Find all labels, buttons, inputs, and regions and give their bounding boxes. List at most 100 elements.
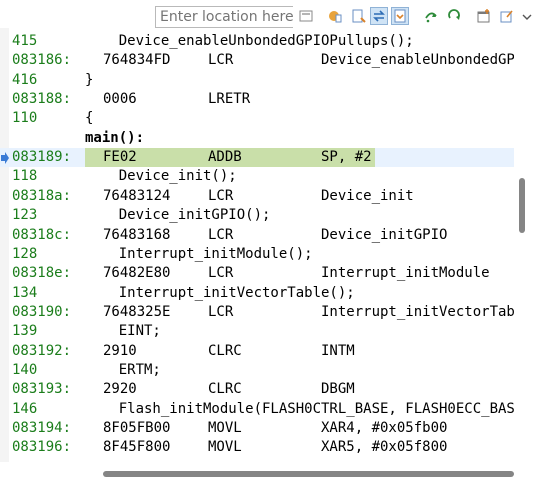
- opcode: 0006: [103, 91, 137, 108]
- source-line-row[interactable]: 118 Device_init();: [0, 167, 514, 186]
- source-line-row[interactable]: 134 Interrupt_initVectorTable();: [0, 284, 514, 303]
- link-source-icon[interactable]: [350, 7, 368, 25]
- opcode: 7648325E: [103, 303, 171, 320]
- line-address: 083190:: [12, 303, 72, 320]
- line-address: 146: [12, 400, 38, 417]
- mnemonic: LCR: [208, 303, 234, 320]
- line-address: 416: [12, 71, 38, 88]
- function-label: main():: [85, 129, 145, 146]
- pin-icon[interactable]: [498, 7, 516, 25]
- line-address: 083194:: [12, 420, 72, 436]
- opcode: 764834FD: [103, 52, 171, 69]
- source-text: ERTM;: [85, 361, 161, 378]
- instruction-row[interactable]: 083188: 0006 LRETR: [0, 90, 514, 109]
- mnemonic: CLRC: [208, 342, 242, 359]
- line-address: 083188:: [12, 91, 72, 108]
- opcode: 76483124: [103, 187, 171, 204]
- opcode: 8F45F800: [103, 439, 171, 456]
- source-line-row[interactable]: 416}: [0, 71, 514, 90]
- step-over-icon[interactable]: [422, 7, 440, 25]
- instruction-row[interactable]: 083192: 2910 CLRC INTM: [0, 342, 514, 361]
- line-address: 415: [12, 33, 38, 49]
- mnemonic: LCR: [208, 265, 234, 282]
- operands: Interrupt_initModule: [321, 265, 490, 282]
- source-text: Device_enableUnbondedGPIOPullups();: [85, 33, 414, 49]
- vertical-scroll-thumb[interactable]: [519, 178, 525, 233]
- sync-icon[interactable]: [370, 7, 388, 25]
- mnemonic: ADDB: [208, 149, 242, 166]
- source-text: }: [85, 71, 94, 88]
- vertical-scrollbar[interactable]: [514, 28, 534, 470]
- line-address: 140: [12, 361, 38, 378]
- instruction-row[interactable]: 08318e: 76482E80 LCR Interrupt_initModule: [0, 264, 514, 283]
- mnemonic: LCR: [208, 52, 234, 69]
- opcode: 76482E80: [103, 265, 171, 282]
- horizontal-scroll-thumb[interactable]: [103, 471, 514, 477]
- opcode: 2910: [103, 342, 137, 359]
- source-line-row[interactable]: 146 Flash_initModule(FLASH0CTRL_BASE, FL…: [0, 400, 514, 419]
- source-line-row[interactable]: 415 Device_enableUnbondedGPIOPullups();: [0, 32, 514, 51]
- instruction-row[interactable]: 083189: FE02 ADDB SP, #2: [0, 148, 514, 168]
- instruction-row[interactable]: 083186: 764834FD LCR Device_enableUnbondedG…: [0, 51, 514, 70]
- instruction-row[interactable]: 083193: 2920 CLRC DBGM: [0, 380, 514, 399]
- disassembly-toolbar: [0, 0, 534, 28]
- source-line-row[interactable]: 128 Interrupt_initModule();: [0, 245, 514, 264]
- menu-icon[interactable]: [518, 7, 534, 25]
- view-source-icon[interactable]: [297, 7, 315, 25]
- line-address: 083192:: [12, 342, 72, 359]
- source-text: Interrupt_initModule();: [85, 245, 313, 262]
- instruction-row[interactable]: 08318c: 76483168 LCR Device_initGPIO: [0, 226, 514, 245]
- opcode: FE02: [103, 149, 137, 166]
- line-address: 123: [12, 207, 38, 224]
- operands: XAR5, #0x05f800: [321, 439, 448, 456]
- operands: XAR4, #0x05fb00: [321, 420, 448, 436]
- source-text: {: [85, 110, 94, 127]
- operands: INTM: [321, 342, 355, 359]
- location-input[interactable]: [155, 6, 293, 28]
- step-into-icon[interactable]: [391, 7, 409, 25]
- operands: SP, #2: [321, 149, 372, 166]
- operands: Device_init: [321, 187, 414, 204]
- mnemonic: MOVL: [208, 439, 242, 456]
- show-source-icon[interactable]: [326, 7, 344, 25]
- line-address: 083186:: [12, 52, 72, 69]
- new-window-icon[interactable]: [475, 7, 493, 25]
- opcode: 2920: [103, 381, 137, 398]
- opcode: 8F05FB00: [103, 420, 171, 436]
- operands: Interrupt_initVectorTable: [321, 303, 514, 320]
- line-address: 08318c:: [12, 226, 72, 243]
- instruction-row[interactable]: 083190: 7648325E LCR Interrupt_initVectorTa…: [0, 303, 514, 322]
- line-address: 083193:: [12, 381, 72, 398]
- instruction-row[interactable]: 083196: 8F45F800 MOVL XAR5, #0x05f800: [0, 438, 514, 457]
- line-address: 134: [12, 284, 38, 301]
- source-text: Device_initGPIO();: [85, 207, 271, 224]
- instruction-row[interactable]: 083194: 8F05FB00 MOVL XAR4, #0x05fb00: [0, 419, 514, 438]
- operands: Device_enableUnbondedGPIOPullups: [321, 52, 514, 69]
- disassembly-view[interactable]: 415 Device_enableUnbondedGPIOPullups(); 0…: [0, 28, 514, 470]
- mnemonic: LCR: [208, 226, 234, 243]
- line-address: 118: [12, 168, 38, 185]
- source-text: Flash_initModule(FLASH0CTRL_BASE, FLASH0…: [118, 400, 514, 417]
- opcode: 76483168: [103, 226, 171, 243]
- refresh-icon[interactable]: [445, 7, 463, 25]
- source-text: EINT;: [85, 323, 161, 340]
- source-line-row[interactable]: 140 ERTM;: [0, 361, 514, 380]
- line-address: 083196:: [12, 439, 72, 456]
- line-address: 128: [12, 245, 38, 262]
- mnemonic: CLRC: [208, 381, 242, 398]
- mnemonic: LRETR: [208, 91, 251, 108]
- line-address: 139: [12, 323, 38, 340]
- source-line-row[interactable]: 139 EINT;: [0, 322, 514, 341]
- source-line-row[interactable]: 110 {: [0, 109, 514, 128]
- source-line-row[interactable]: 123 Device_initGPIO();: [0, 206, 514, 225]
- line-address: 08318a:: [12, 187, 72, 204]
- source-text: Interrupt_initVectorTable();: [85, 284, 355, 301]
- operands: DBGM: [321, 381, 355, 398]
- line-address: 083189:: [12, 149, 72, 166]
- function-label-row[interactable]: main():: [0, 129, 514, 148]
- line-address: 08318e:: [12, 265, 72, 282]
- instruction-row[interactable]: 08318a: 76483124 LCR Device_init: [0, 187, 514, 206]
- line-address: 110: [12, 110, 38, 127]
- mnemonic: MOVL: [208, 420, 242, 436]
- source-text: Device_init();: [85, 168, 237, 185]
